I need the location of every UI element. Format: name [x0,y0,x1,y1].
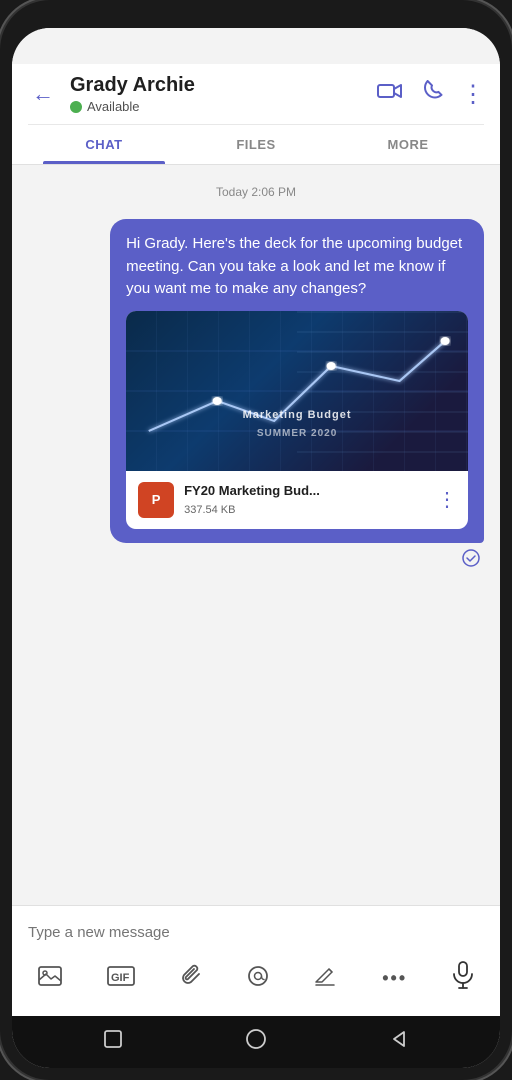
status-dot-icon [70,101,82,113]
toolbar: GIF [28,947,484,1004]
more-toolbar-icon[interactable]: ••• [376,964,413,993]
file-size: 337.54 KB [184,502,427,519]
image-icon[interactable] [32,962,68,996]
file-more-button[interactable]: ⋮ [437,485,456,515]
nav-home-icon[interactable] [245,1028,267,1056]
back-button[interactable]: ← [28,77,58,111]
contact-info: Grady Archie Available [70,74,365,114]
message-text: Hi Grady. Here's the deck for the upcomi… [126,235,462,297]
status-text: Available [87,99,140,114]
chat-area: Today 2:06 PM Hi Grady. Here's the deck … [12,165,500,905]
message-timestamp: Today 2:06 PM [28,185,484,199]
sent-message-bubble: Hi Grady. Here's the deck for the upcomi… [110,219,484,543]
attachment-subtitle: SUMMER 2020 [243,426,352,441]
tab-more[interactable]: MORE [332,125,484,164]
attachment-title: Marketing Budget [243,407,352,424]
nav-back-icon[interactable] [389,1029,409,1055]
attachment-overlay-label: Marketing Budget SUMMER 2020 [243,407,352,441]
mention-icon[interactable] [241,961,275,997]
phone-screen: ← Grady Archie Available [12,28,500,1068]
more-options-button[interactable]: ⋮ [461,80,484,109]
contact-name: Grady Archie [70,74,365,97]
attachment-preview: Marketing Budget SUMMER 2020 [126,311,468,471]
navigation-bar [12,1016,500,1068]
nav-square-icon[interactable] [103,1029,123,1055]
video-call-button[interactable] [377,82,403,106]
svg-text:GIF: GIF [111,972,130,984]
attachment-info: P FY20 Marketing Bud... 337.54 KB ⋮ [126,471,468,529]
microphone-icon[interactable] [446,957,480,1000]
gif-icon[interactable]: GIF [101,962,141,996]
ppt-icon: P [138,482,174,518]
header-icons: ⋮ [377,80,484,109]
message-checkmark [462,549,480,572]
attach-icon[interactable] [174,960,208,998]
contact-status: Available [70,99,365,114]
phone-call-button[interactable] [421,80,443,108]
phone-frame: ← Grady Archie Available [0,0,512,1080]
attachment-card: Marketing Budget SUMMER 2020 P FY20 Mark… [126,311,468,529]
format-icon[interactable] [307,961,343,997]
file-details: FY20 Marketing Bud... 337.54 KB [184,481,427,519]
status-bar [12,28,500,64]
tabs: CHAT FILES MORE [28,124,484,164]
chart-svg [126,311,468,471]
tab-chat[interactable]: CHAT [28,125,180,164]
file-name: FY20 Marketing Bud... [184,481,427,501]
tab-files[interactable]: FILES [180,125,332,164]
ppt-letter: P [152,490,161,510]
header: ← Grady Archie Available [12,64,500,165]
compose-area: GIF [12,905,500,1016]
compose-input[interactable] [28,918,484,947]
